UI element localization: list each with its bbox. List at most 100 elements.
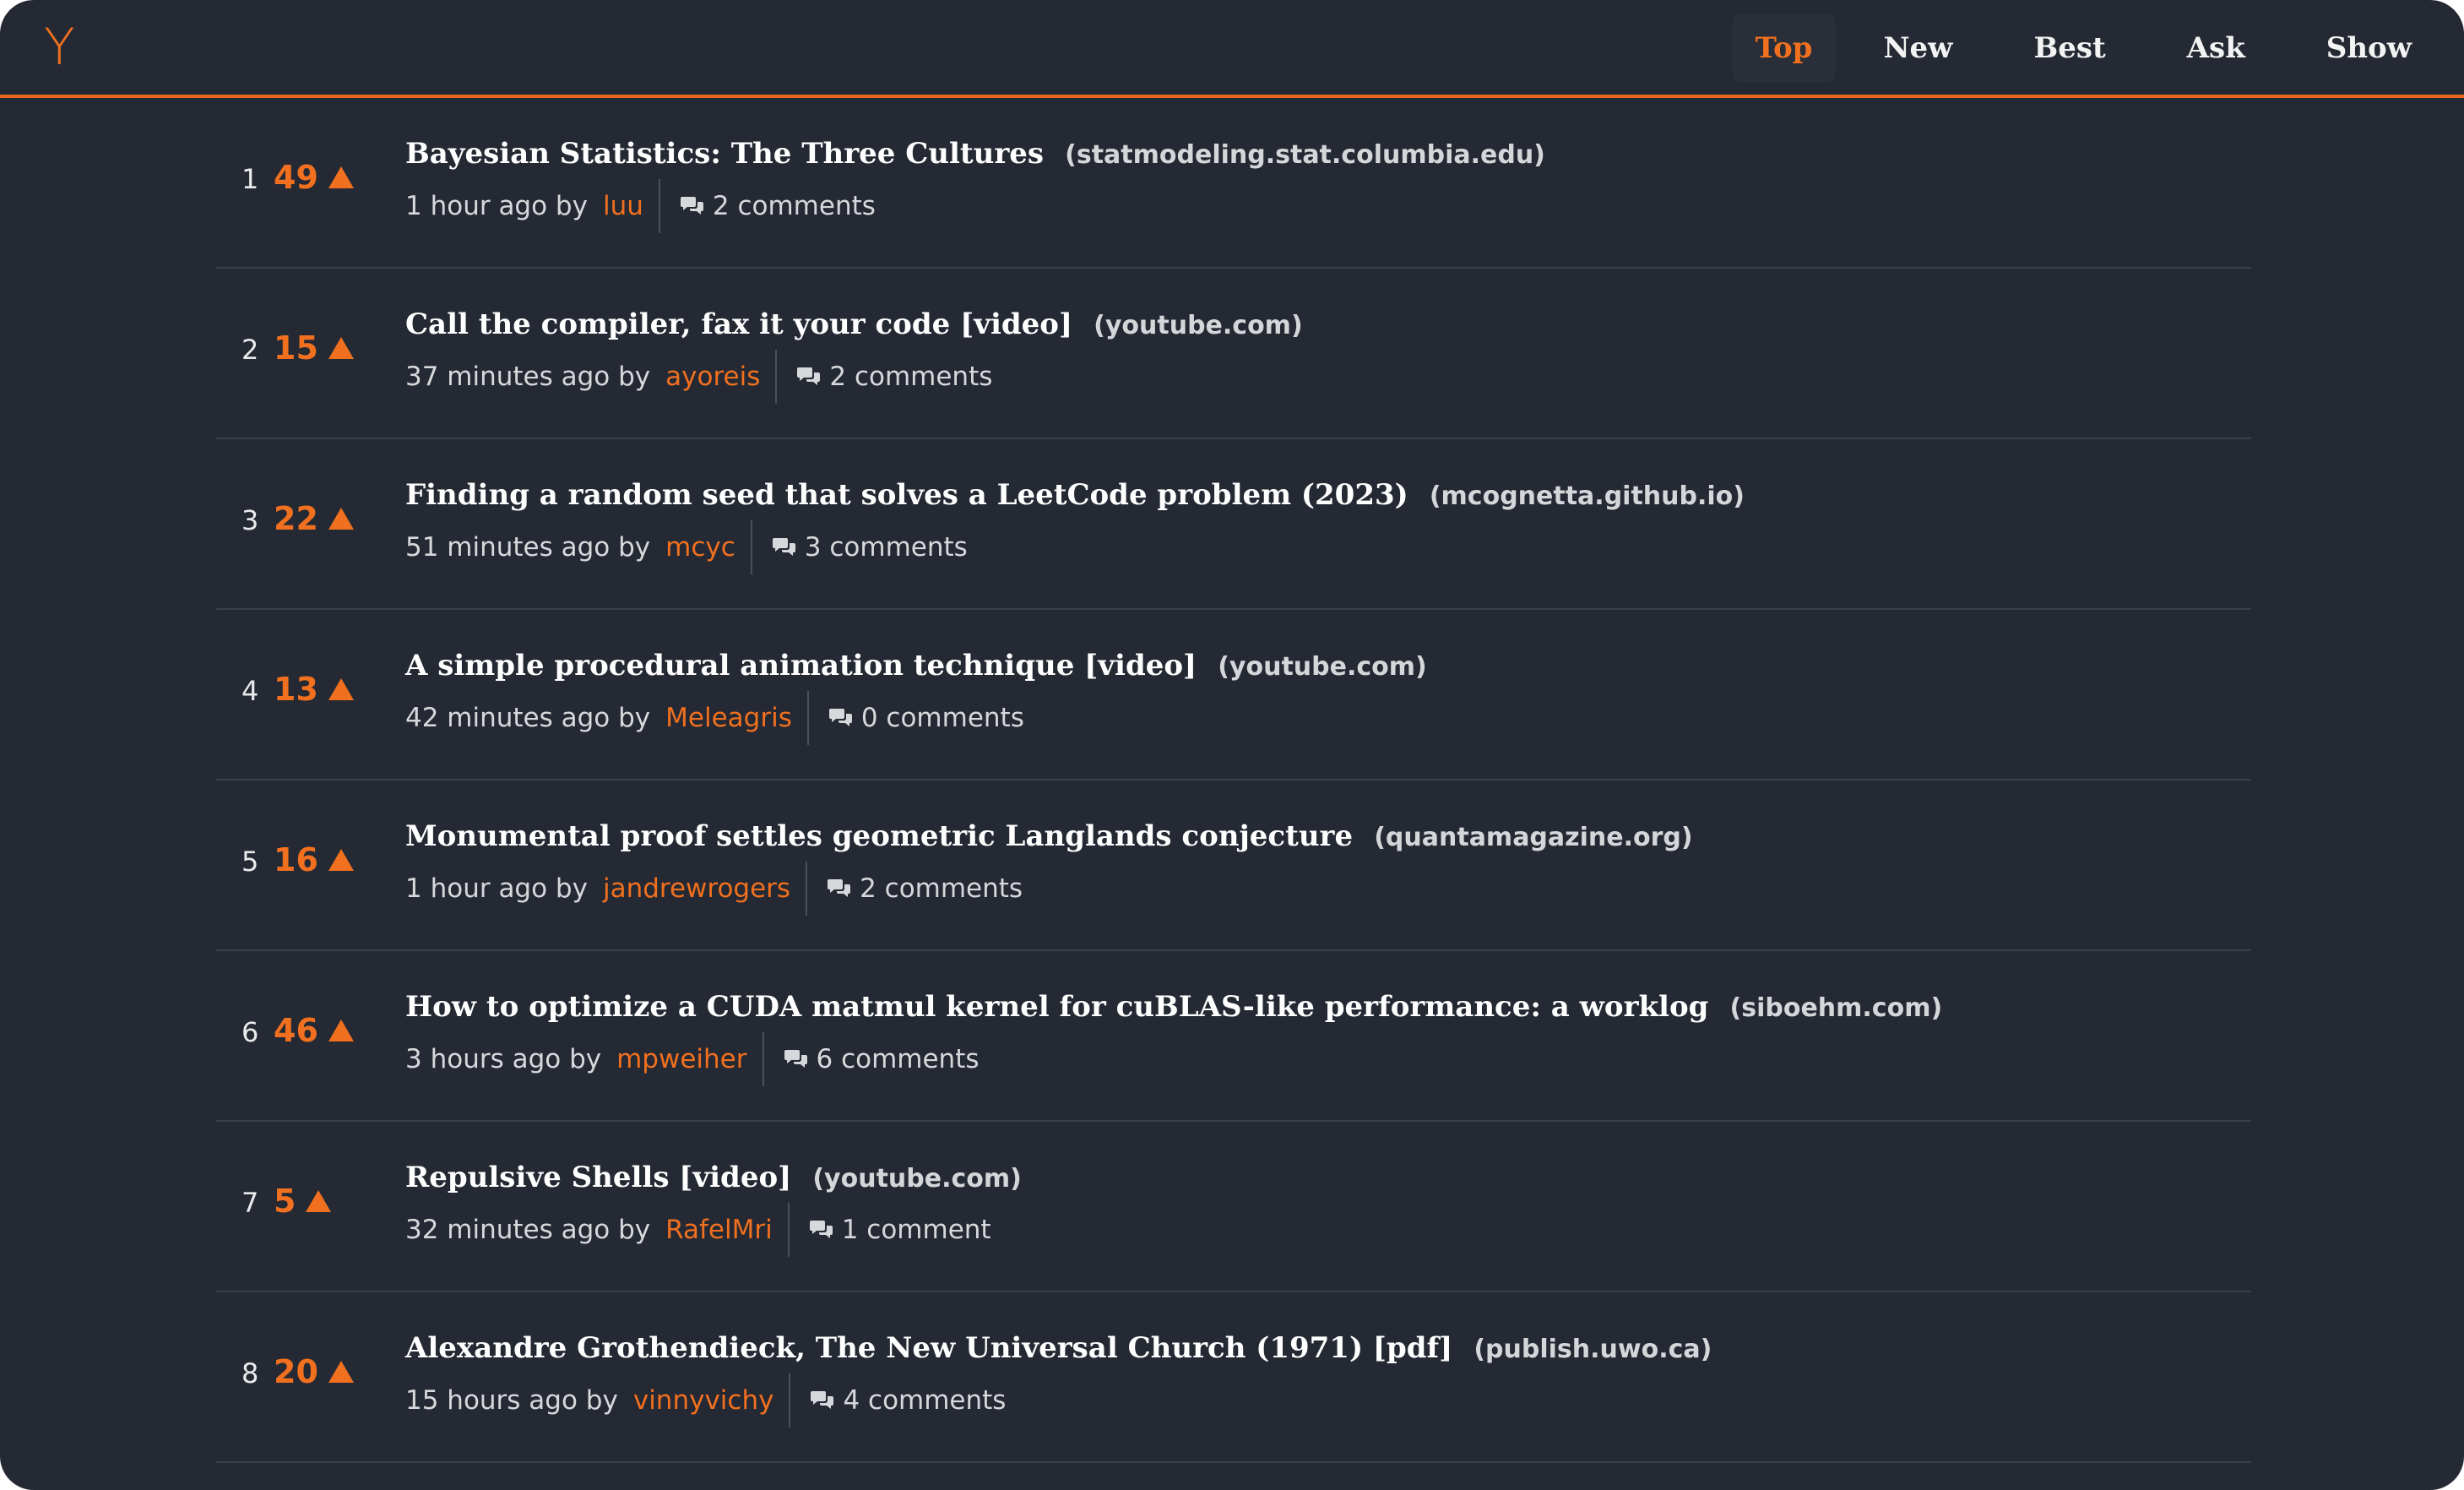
site-logo[interactable]: Y (44, 15, 75, 79)
story-author-link[interactable]: vinnyvichy (633, 1385, 774, 1416)
story-rank: 2 (242, 334, 259, 366)
story-title-line: Alexandre Grothendieck, The New Universa… (405, 1328, 1712, 1373)
story-domain-link[interactable]: (siboehm.com) (1730, 993, 1943, 1023)
story-time: 15 hours ago by (405, 1385, 618, 1416)
story-author-link[interactable]: RafelMri (665, 1215, 773, 1245)
tab-ask[interactable]: Ask (2163, 14, 2269, 83)
upvote-icon[interactable] (328, 166, 354, 188)
story-score: 13 (274, 671, 318, 708)
story-author-link[interactable]: mpweiher (616, 1044, 746, 1074)
story-domain-link[interactable]: (youtube.com) (1094, 311, 1303, 340)
story-rank: 8 (242, 1357, 259, 1389)
story-meta: 1 hour ago by jandrewrogers 2 comments (405, 862, 1023, 916)
comments-count: 1 comment (841, 1215, 991, 1245)
story-score: 20 (274, 1353, 318, 1390)
story-row: 6 46 How to optimize a CUDA matmul kerne… (216, 951, 2251, 1122)
upvote-icon[interactable] (328, 508, 354, 530)
comments-link[interactable]: 2 comments (828, 873, 1023, 904)
upvote-button[interactable]: 5 (274, 1183, 332, 1220)
story-title-line: Finding a random seed that solves a Leet… (405, 475, 1745, 520)
story-list: 1 49 Bayesian Statistics: The Three Cult… (216, 98, 2251, 1463)
story-title-link[interactable]: Alexandre Grothendieck, The New Universa… (405, 1331, 1452, 1365)
story-domain-link[interactable]: (publish.uwo.ca) (1474, 1335, 1712, 1364)
story-title-line: Call the compiler, fax it your code [vid… (405, 304, 1303, 350)
story-rank: 5 (242, 846, 259, 878)
comments-icon (811, 1389, 834, 1411)
comments-link[interactable]: 3 comments (772, 532, 968, 563)
story-title-link[interactable]: Finding a random seed that solves a Leet… (405, 478, 1408, 512)
upvote-button[interactable]: 15 (274, 329, 354, 367)
story-title-line: How to optimize a CUDA matmul kernel for… (405, 987, 1942, 1032)
story-row: 5 16 Monumental proof settles geometric … (216, 780, 2251, 951)
comments-link[interactable]: 2 comments (797, 362, 992, 392)
story-row: 1 49 Bayesian Statistics: The Three Cult… (216, 98, 2251, 269)
story-score: 16 (274, 841, 318, 878)
upvote-icon[interactable] (328, 1361, 354, 1383)
story-domain-link[interactable]: (statmodeling.stat.columbia.edu) (1065, 140, 1545, 170)
comments-link[interactable]: 0 comments (828, 703, 1024, 733)
story-domain-link[interactable]: (youtube.com) (1218, 652, 1427, 682)
comments-icon (797, 366, 821, 388)
app-window: Y Top New Best Ask Show 1 49 Bayesian St… (0, 0, 2464, 1490)
story-author-link[interactable]: jandrewrogers (603, 873, 790, 904)
meta-divider (762, 1032, 764, 1086)
story-score: 5 (274, 1183, 296, 1220)
comments-count: 6 comments (816, 1044, 980, 1074)
upvote-icon[interactable] (328, 337, 354, 359)
comments-icon (772, 536, 796, 558)
story-title-link[interactable]: Call the compiler, fax it your code [vid… (405, 307, 1072, 341)
story-title-link[interactable]: A simple procedural animation technique … (405, 649, 1197, 682)
story-row: 3 22 Finding a random seed that solves a… (216, 439, 2251, 610)
story-title-link[interactable]: How to optimize a CUDA matmul kernel for… (405, 990, 1708, 1024)
upvote-button[interactable]: 20 (274, 1353, 354, 1390)
story-title-link[interactable]: Repulsive Shells [video] (405, 1161, 791, 1194)
story-meta: 15 hours ago by vinnyvichy 4 comments (405, 1373, 1006, 1427)
comments-icon (784, 1048, 808, 1070)
story-rank: 1 (242, 163, 259, 195)
story-title-link[interactable]: Bayesian Statistics: The Three Cultures (405, 137, 1044, 171)
story-rank: 4 (242, 675, 259, 707)
story-time: 37 minutes ago by (405, 362, 651, 392)
comments-icon (680, 195, 704, 217)
upvote-icon[interactable] (306, 1190, 332, 1212)
tab-best[interactable]: Best (2010, 14, 2129, 83)
story-score: 46 (274, 1012, 318, 1049)
upvote-button[interactable]: 22 (274, 500, 354, 537)
story-author-link[interactable]: luu (603, 191, 643, 221)
story-meta: 3 hours ago by mpweiher 6 comments (405, 1032, 980, 1086)
story-rank: 3 (242, 504, 259, 536)
story-score: 49 (274, 159, 318, 196)
story-author-link[interactable]: mcyc (665, 532, 735, 563)
upvote-button[interactable]: 46 (274, 1012, 354, 1049)
story-domain-link[interactable]: (quantamagazine.org) (1374, 823, 1692, 852)
story-title-link[interactable]: Monumental proof settles geometric Langl… (405, 819, 1353, 853)
story-domain-link[interactable]: (mcognetta.github.io) (1430, 481, 1745, 511)
upvote-button[interactable]: 13 (274, 671, 354, 708)
comments-icon (828, 878, 851, 900)
story-score: 22 (274, 500, 318, 537)
story-row: 4 13 A simple procedural animation techn… (216, 610, 2251, 780)
upvote-button[interactable]: 16 (274, 841, 354, 878)
story-title-line: Repulsive Shells [video] (youtube.com) (405, 1157, 1022, 1203)
upvote-icon[interactable] (328, 849, 354, 871)
comments-link[interactable]: 2 comments (680, 191, 876, 221)
tab-show[interactable]: Show (2303, 14, 2435, 83)
comments-count: 3 comments (804, 532, 968, 563)
story-author-link[interactable]: Meleagris (665, 703, 792, 733)
meta-divider (789, 1373, 791, 1427)
story-title-line: Monumental proof settles geometric Langl… (405, 816, 1693, 862)
top-bar: Y Top New Best Ask Show (0, 0, 2464, 98)
story-domain-link[interactable]: (youtube.com) (812, 1164, 1022, 1194)
meta-divider (787, 1203, 790, 1257)
upvote-icon[interactable] (328, 1020, 354, 1041)
story-row: 2 15 Call the compiler, fax it your code… (216, 269, 2251, 439)
comments-link[interactable]: 1 comment (809, 1215, 991, 1245)
comments-link[interactable]: 6 comments (784, 1044, 980, 1074)
upvote-button[interactable]: 49 (274, 159, 354, 196)
story-meta: 42 minutes ago by Meleagris 0 comments (405, 691, 1024, 745)
comments-link[interactable]: 4 comments (811, 1385, 1006, 1416)
tab-new[interactable]: New (1859, 14, 1976, 83)
story-author-link[interactable]: ayoreis (665, 362, 760, 392)
tab-top[interactable]: Top (1731, 14, 1837, 83)
upvote-icon[interactable] (328, 678, 354, 700)
